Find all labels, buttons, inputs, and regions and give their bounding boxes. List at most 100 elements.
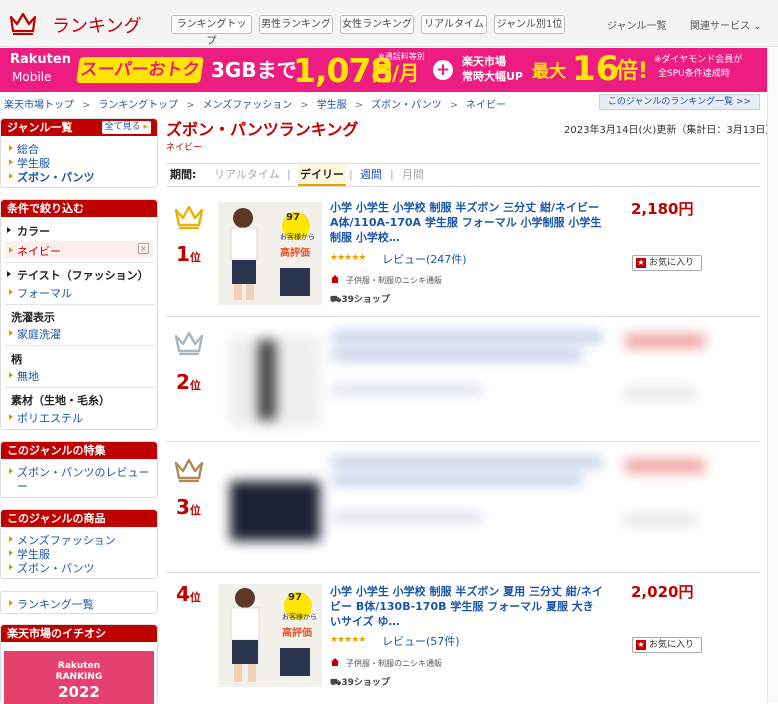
review-link[interactable]: レビュー(57件) — [382, 633, 460, 649]
filter-pattern-value[interactable]: 無地 — [9, 368, 39, 384]
ranking-list-link[interactable]: ランキング一覧 — [9, 596, 94, 612]
image-badge-mid: お客様から — [280, 233, 315, 241]
rank-value: 3 — [176, 495, 190, 519]
favorite-button[interactable]: ★ お気に入り — [632, 637, 702, 653]
tab-realtime[interactable]: リアルタイム — [214, 164, 280, 186]
shop-points-value: 39ショップ — [341, 295, 390, 305]
filter-selected-navy[interactable]: ネイビー × — [5, 241, 153, 258]
filter-material-title: 素材（生地・毛糸） — [11, 394, 110, 407]
banner-ichiba-sub: 常時大幅UP — [462, 70, 523, 83]
rank-number: 2位 — [176, 370, 201, 394]
related-services-label: 関連サービス — [690, 21, 750, 32]
nav-male-ranking-button[interactable]: 男性ランキング — [259, 15, 333, 34]
nav-realtime-button[interactable]: リアルタイム — [421, 15, 487, 34]
period-separator: | — [349, 168, 353, 181]
breadcrumb-ranking-top[interactable]: ランキングトップ — [98, 100, 178, 111]
see-all-button[interactable]: 全て見る ▸ — [101, 121, 151, 134]
filter-material-value[interactable]: ポリエステル — [9, 410, 83, 426]
sidebar-feature-box: このジャンルの特集 ズボン・パンツのレビュー ー — [0, 441, 158, 498]
feature-review-link[interactable]: ズボン・パンツのレビュー — [9, 464, 150, 480]
gold-crown-icon — [174, 205, 204, 230]
crown-logo-icon[interactable] — [9, 11, 37, 35]
nav-female-ranking-button[interactable]: 女性ランキング — [340, 15, 414, 34]
product-price: 2,180円 — [631, 200, 694, 218]
banner-max: 最大 — [532, 62, 566, 82]
promo-banner[interactable]: Rakuten Mobile スーパーおトク 3GBまで 1,078 ※通話料等… — [0, 48, 778, 92]
filter-wash-value[interactable]: 家庭洗濯 — [9, 326, 61, 342]
image-badge-bottom: 高評価 — [282, 628, 312, 639]
sidebar-products-heading: このジャンルの商品 — [1, 510, 157, 527]
ranking-logo-text[interactable]: ランキング — [52, 12, 141, 38]
blurred-product-content — [220, 451, 760, 567]
sidebar-products-box: このジャンルの商品 メンズファッション 学生服 ズボン・パンツ — [0, 509, 158, 579]
product-title-link[interactable]: 小学 小学生 小学校 制服 半ズボン 夏用 三分丈 紺/ネイビー B体/130B… — [330, 584, 604, 629]
rank-number: 3位 — [176, 495, 201, 519]
star-icon: ★ — [636, 640, 646, 650]
breadcrumb-separator: > — [449, 100, 458, 111]
genre-list-link[interactable]: ジャンル一覧 — [607, 17, 667, 32]
shop-name-link[interactable]: 子供服・制服のニシキ通販 — [346, 275, 442, 286]
plus-icon: + — [433, 60, 453, 80]
related-services-link[interactable]: 関連サービス ⌄ — [690, 17, 762, 32]
product-image[interactable]: 97 お客様から 高評価 — [218, 584, 322, 687]
breadcrumb-pants[interactable]: ズボン・パンツ — [371, 100, 442, 111]
breadcrumb-navy[interactable]: ネイビー — [466, 100, 506, 111]
tab-weekly[interactable]: 週間 — [360, 164, 382, 186]
product-pants[interactable]: ズボン・パンツ — [9, 560, 95, 576]
truck-icon: ⛟ — [330, 295, 342, 305]
tab-daily[interactable]: デイリー — [298, 164, 346, 186]
bronze-crown-icon — [174, 458, 204, 483]
review-link[interactable]: レビュー(247件) — [382, 251, 467, 267]
ranking-row-2: 2位 — [166, 318, 760, 442]
shop-home-icon — [331, 275, 339, 283]
breadcrumb-mens-fashion[interactable]: メンズファッション — [202, 100, 292, 111]
blurred-product-content — [220, 326, 760, 436]
sidebar-genre-pants[interactable]: ズボン・パンツ — [9, 169, 95, 185]
product-title-link[interactable]: 小学 小学生 小学校 制服 半ズボン 三分丈 紺/ネイビー A体/110A-17… — [330, 200, 604, 245]
shop-name-link[interactable]: 子供服・制服のニシキ通販 — [346, 658, 442, 669]
rank-suffix: 位 — [189, 379, 201, 392]
close-icon[interactable]: × — [138, 243, 149, 254]
star-icon: ★ — [636, 258, 646, 268]
banner-note: ※通話料等別 — [378, 52, 425, 61]
favorite-button[interactable]: ★ お気に入り — [632, 255, 702, 271]
filter-color-title: カラー — [7, 223, 50, 239]
breadcrumb-rakuten-top[interactable]: 楽天市場トップ — [4, 100, 74, 111]
filter-color-value: ネイビー — [9, 243, 61, 259]
shop-home-icon — [331, 658, 339, 666]
sidebar-filter-box: 条件で絞り込む カラー ネイビー × テイスト（ファッション） フォーマル 洗濯… — [0, 199, 158, 430]
sidebar-ichioshi-heading: 楽天市場のイチオシ — [1, 625, 157, 642]
chevron-down-icon: ⌄ — [753, 21, 762, 32]
image-badge-top: 97 — [286, 212, 300, 223]
tab-monthly[interactable]: 月間 — [402, 164, 424, 186]
genre-ranking-list-link[interactable]: このジャンルのランキング一覧 >> — [599, 94, 760, 110]
rank-value: 1 — [176, 242, 190, 266]
breadcrumb: 楽天市場トップ > ランキングトップ > メンズファッション > 学生服 > ズボン・パンツ > ネ… — [4, 96, 506, 111]
product-image[interactable]: 97 お客様から 高評価 — [218, 202, 322, 305]
product-price: 2,020円 — [631, 583, 694, 601]
nav-genre-first-button[interactable]: ジャンル別1位 — [494, 15, 565, 34]
divider — [5, 345, 155, 346]
rank-suffix: 位 — [189, 504, 201, 517]
page-title: ズボン・パンツランキング — [166, 120, 359, 139]
shop-points-label: ⛟39ショップ — [330, 675, 390, 689]
shop-points-value: 39ショップ — [341, 678, 390, 688]
banner-plan: 3GBまで — [211, 58, 297, 82]
filter-wash-title: 洗濯表示 — [11, 311, 55, 324]
period-separator: | — [287, 168, 291, 181]
banner-multiplier: 16 — [572, 49, 620, 89]
divider — [5, 304, 155, 305]
period-label: 期間: — [170, 168, 197, 181]
breadcrumb-school-uniform[interactable]: 学生服 — [317, 100, 347, 111]
arrow-right-icon: ▸ — [143, 122, 148, 132]
image-badge-bottom: 高評価 — [280, 248, 310, 259]
page-scrollbar[interactable] — [767, 48, 778, 703]
sidebar-ranking-list-box: ランキング一覧 — [0, 591, 158, 614]
promo-ranking-banner[interactable]: Rakuten RANKING 2022 — [4, 651, 154, 704]
ranking-row-3: 3位 — [166, 443, 760, 573]
sidebar-genre-heading: ジャンル一覧 全て見る ▸ — [1, 119, 157, 136]
filter-taste-value[interactable]: フォーマル — [9, 285, 72, 301]
feature-review-link-cont[interactable]: ー — [17, 478, 28, 494]
rank-value: 4 — [176, 582, 190, 606]
nav-ranking-top-button[interactable]: ランキングトップ — [171, 15, 252, 47]
